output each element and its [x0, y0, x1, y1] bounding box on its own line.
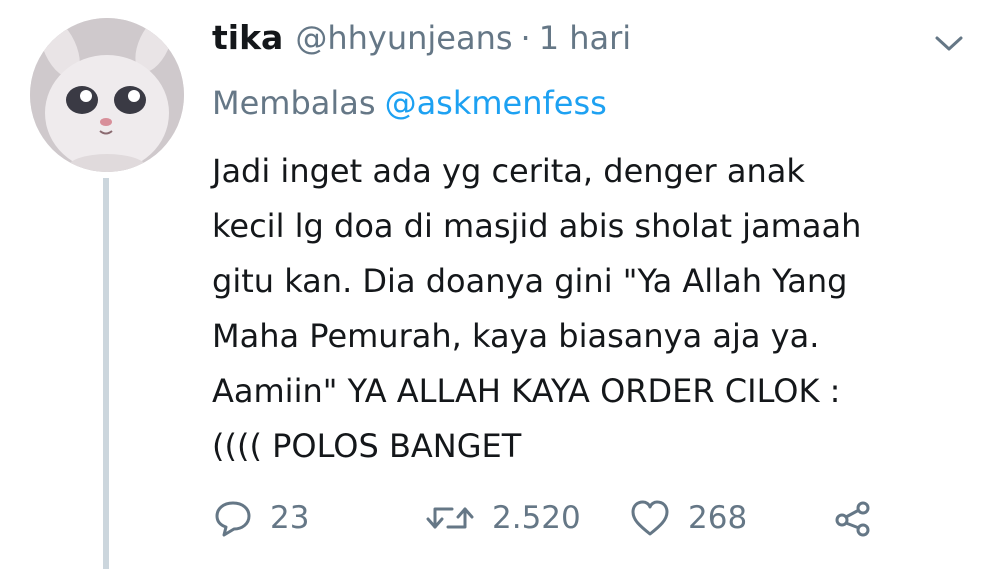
replying-to-handle[interactable]: @askmenfess	[385, 84, 607, 122]
tweet-text-line: (((( POLOS BANGET	[212, 427, 522, 465]
replying-label: Membalas	[212, 84, 376, 122]
thread-line	[103, 178, 109, 569]
tweet-text-line: Aamiin" YA ALLAH KAYA ORDER CILOK :	[212, 372, 841, 410]
user-handle[interactable]: @hhyunjeans	[295, 19, 512, 57]
tweet-header: tika @hhyunjeans · 1 hari	[212, 18, 631, 68]
retweet-icon	[424, 497, 476, 539]
chevron-down-icon[interactable]	[932, 32, 966, 56]
bunny-avatar-image	[30, 18, 184, 172]
tweet-text-line: Maha Pemurah, kaya biasanya aja ya.	[212, 317, 820, 355]
reply-button[interactable]: 23	[212, 490, 309, 546]
tweet-actions: 23 2.520 268	[212, 490, 912, 546]
like-button[interactable]: 268	[628, 490, 747, 546]
avatar[interactable]	[30, 18, 184, 172]
retweet-button[interactable]: 2.520	[424, 490, 581, 546]
separator-dot: ·	[520, 19, 531, 57]
tweet: tika @hhyunjeans · 1 hari Membalas @askme…	[0, 0, 1000, 569]
heart-icon	[628, 497, 672, 539]
reply-count: 23	[270, 500, 310, 536]
tweet-text: Jadi inget ada yg cerita, denger anak ke…	[212, 144, 982, 474]
retweet-count: 2.520	[492, 500, 581, 536]
tweet-text-line: gitu kan. Dia doanya gini "Ya Allah Yang	[212, 262, 848, 300]
tweet-text-line: kecil lg doa di masjid abis sholat jamaa…	[212, 207, 862, 245]
display-name[interactable]: tika	[212, 18, 283, 57]
like-count: 268	[688, 500, 748, 536]
replying-to: Membalas @askmenfess	[212, 84, 607, 122]
share-icon	[832, 497, 874, 539]
timestamp[interactable]: 1 hari	[539, 19, 631, 57]
share-button[interactable]	[832, 490, 874, 546]
comment-icon	[212, 497, 254, 539]
tweet-text-line: Jadi inget ada yg cerita, denger anak	[212, 152, 805, 190]
